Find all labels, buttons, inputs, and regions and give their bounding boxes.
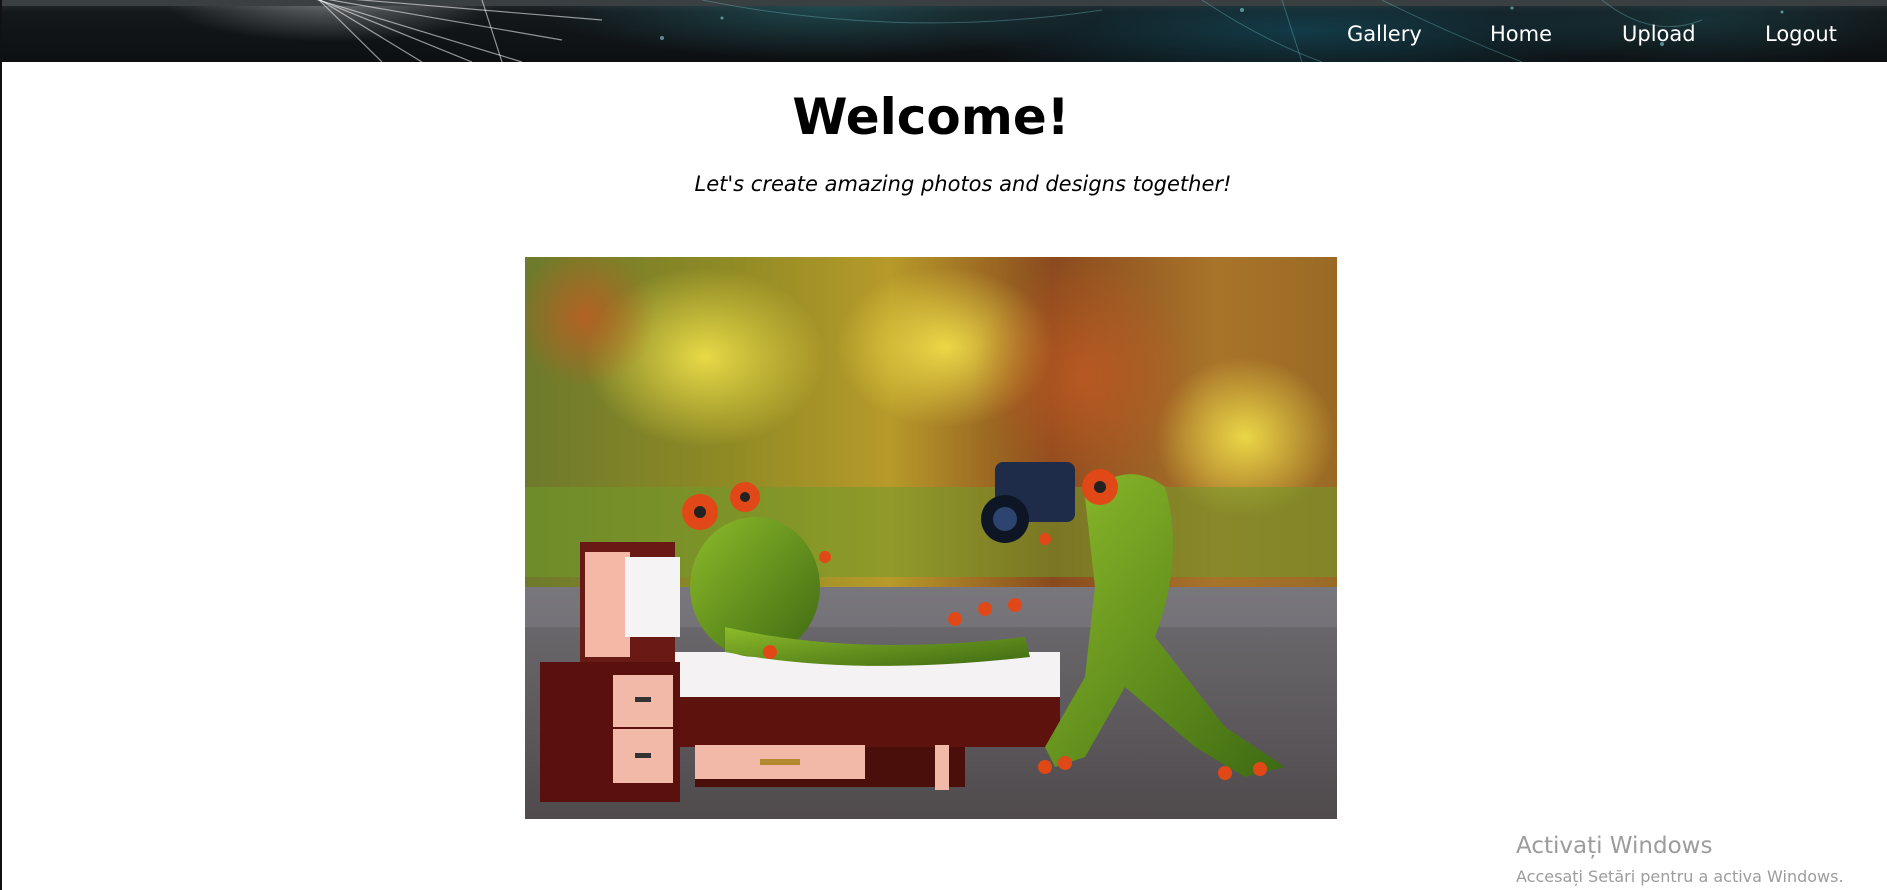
windows-activation-title: Activați Windows [1516, 833, 1713, 859]
nav-link-gallery[interactable]: Gallery [1347, 22, 1422, 46]
nav-link-upload[interactable]: Upload [1622, 22, 1696, 46]
nav-link-logout[interactable]: Logout [1765, 22, 1837, 46]
nav-link-home[interactable]: Home [1490, 22, 1552, 46]
navbar-light-rays-decoration [316, 0, 1784, 62]
windows-activation-subtitle: Accesați Setări pentru a activa Windows. [1516, 867, 1844, 886]
hero-photo-frogs-image [525, 257, 1337, 819]
hero-photo [525, 257, 1337, 819]
navbar: Gallery Home Upload Logout [2, 0, 1887, 62]
page-title: Welcome! [792, 88, 1070, 146]
page-subtitle: Let's create amazing photos and designs … [694, 172, 1232, 196]
page: Gallery Home Upload Logout Welcome! Let'… [0, 0, 1887, 890]
